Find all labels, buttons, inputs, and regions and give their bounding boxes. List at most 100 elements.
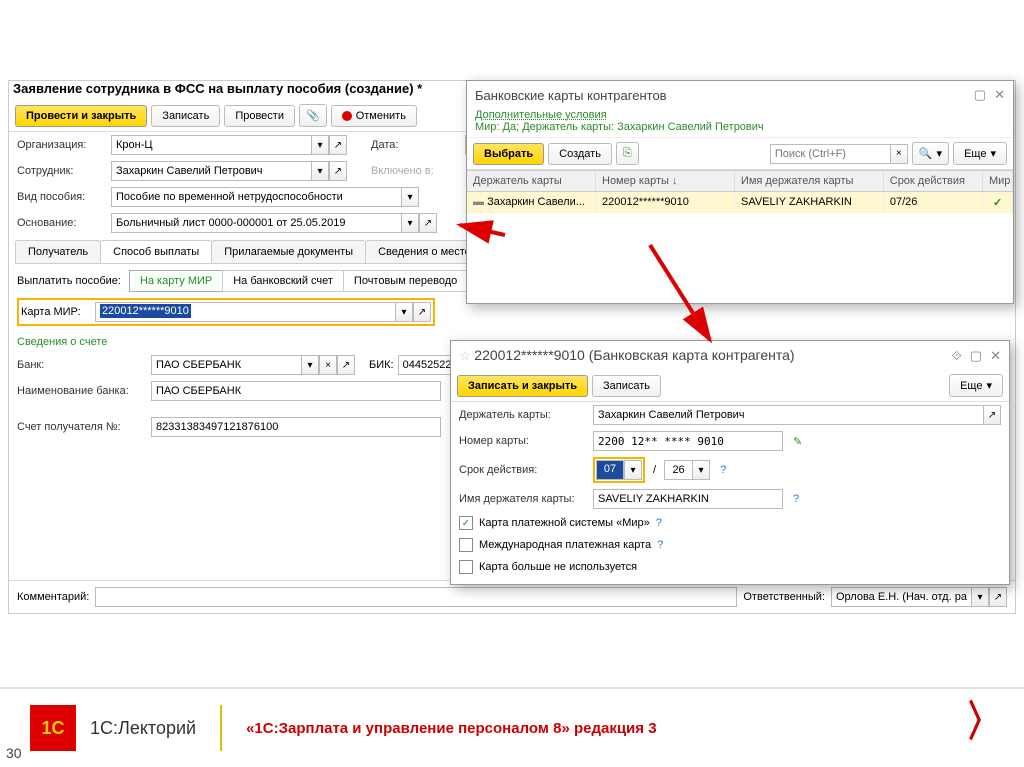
responsible-input[interactable] xyxy=(831,587,971,607)
bank-label: Банк: xyxy=(17,359,147,371)
pay-option-bank-account[interactable]: На банковский счет xyxy=(222,270,344,292)
col-holder-name[interactable]: Имя держателя карты xyxy=(735,171,884,191)
basis-input[interactable] xyxy=(111,213,401,233)
search-input[interactable] xyxy=(770,144,890,164)
star-icon[interactable]: ☆ xyxy=(459,348,471,363)
save-and-close-button[interactable]: Записать и закрыть xyxy=(457,375,588,397)
additional-conditions-link[interactable]: Дополнительные условия xyxy=(475,109,607,121)
chevron-down-icon: ▾ xyxy=(986,379,992,392)
post-and-close-button[interactable]: Провести и закрыть xyxy=(15,105,147,127)
pay-benefit-label: Выплатить пособие: xyxy=(17,275,121,287)
bank-name-input[interactable] xyxy=(151,381,441,401)
dropdown-button[interactable]: ▾ xyxy=(692,460,710,480)
mir-checkbox[interactable]: ✓ xyxy=(459,516,473,530)
dropdown-button[interactable]: ▾ xyxy=(311,135,329,155)
help-icon[interactable]: ? xyxy=(657,539,663,551)
pay-option-mir[interactable]: На карту МИР xyxy=(129,270,223,292)
mir-card-frame: Карта МИР: 220012******9010 ▾ ↗ xyxy=(17,298,435,326)
card-name-label: Имя держателя карты: xyxy=(459,493,589,505)
row-holder: Захаркин Савели... xyxy=(487,196,585,208)
open-button[interactable]: ↗ xyxy=(329,161,347,181)
more-button[interactable]: Еще ▾ xyxy=(949,374,1003,397)
col-number[interactable]: Номер карты ↓ xyxy=(596,171,735,191)
employee-input[interactable] xyxy=(111,161,311,181)
responsible-label: Ответственный: xyxy=(743,591,825,603)
logo-1c: 1C xyxy=(30,705,76,751)
more-button[interactable]: Еще ▾ xyxy=(953,142,1007,165)
dropdown-button[interactable]: ▾ xyxy=(624,460,642,480)
chevron-down-icon: ▾ xyxy=(990,147,996,160)
help-icon[interactable]: ? xyxy=(656,517,662,529)
mir-card-value: 220012******9010 xyxy=(100,304,191,318)
cancel-posting-button[interactable]: Отменить xyxy=(331,105,417,127)
help-icon[interactable]: ? xyxy=(720,464,726,476)
open-button[interactable]: ↗ xyxy=(329,135,347,155)
dropdown-button[interactable]: ▾ xyxy=(971,587,989,607)
tab-payment-method[interactable]: Способ выплаты xyxy=(100,240,212,263)
dropdown-button[interactable]: ▾ xyxy=(301,355,319,375)
dropdown-button[interactable]: ▾ xyxy=(311,161,329,181)
clear-button[interactable]: × xyxy=(319,355,337,375)
expiry-year-input[interactable] xyxy=(664,460,692,480)
slide-footer: 1C 1С:Лекторий «1С:Зарплата и управление… xyxy=(0,687,1024,767)
international-checkbox[interactable] xyxy=(459,538,473,552)
open-button[interactable]: ↗ xyxy=(983,405,1001,425)
card-number-input[interactable] xyxy=(593,431,783,451)
pay-option-postal[interactable]: Почтовым переводо xyxy=(343,270,468,292)
col-mir[interactable]: Мир xyxy=(983,171,1013,191)
mir-card-input[interactable]: 220012******9010 xyxy=(95,302,395,322)
clear-search-button[interactable]: × xyxy=(890,144,908,164)
organization-label: Организация: xyxy=(17,139,107,151)
write-button[interactable]: Записать xyxy=(151,105,220,127)
cancel-icon xyxy=(342,111,352,121)
card-popup-title: 220012******9010 (Банковская карта контр… xyxy=(474,347,794,363)
bank-input[interactable] xyxy=(151,355,301,375)
date-label: Дата: xyxy=(371,139,461,151)
mir-checkbox-label: Карта платежной системы «Мир» xyxy=(479,517,650,529)
card-name-input[interactable] xyxy=(593,489,783,509)
grid-row[interactable]: ▬ Захаркин Савели... 220012******9010 SA… xyxy=(467,192,1013,213)
tab-recipient[interactable]: Получатель xyxy=(15,240,101,263)
card-icon: ▬ xyxy=(473,196,484,208)
col-holder[interactable]: Держатель карты xyxy=(467,171,596,191)
col-expiry[interactable]: Срок действия xyxy=(884,171,983,191)
expiry-month-input[interactable]: 07 xyxy=(596,460,624,480)
close-icon[interactable]: ✕ xyxy=(990,348,1001,364)
maximize-icon[interactable]: ▢ xyxy=(970,348,982,364)
comment-input[interactable] xyxy=(95,587,737,607)
copy-button[interactable]: ⎘ xyxy=(616,142,639,165)
link-icon[interactable]: ⟐ xyxy=(952,348,962,364)
open-button[interactable]: ↗ xyxy=(989,587,1007,607)
attach-button[interactable]: 📎 xyxy=(299,104,327,127)
open-button[interactable]: ↗ xyxy=(337,355,355,375)
dropdown-button[interactable]: ▾ xyxy=(401,187,419,207)
employee-label: Сотрудник: xyxy=(17,165,107,177)
account-number-input[interactable] xyxy=(151,417,441,437)
basis-label: Основание: xyxy=(17,217,107,229)
open-button[interactable]: ↗ xyxy=(413,302,431,322)
maximize-icon[interactable]: ▢ xyxy=(974,87,986,103)
comment-label: Комментарий: xyxy=(17,591,89,603)
unused-checkbox-label: Карта больше не используется xyxy=(479,561,637,573)
unused-checkbox[interactable] xyxy=(459,560,473,574)
benefit-type-input[interactable] xyxy=(111,187,401,207)
card-holder-input[interactable] xyxy=(593,405,983,425)
page-number: 30 xyxy=(6,745,22,761)
post-button[interactable]: Провести xyxy=(224,105,295,127)
find-button[interactable]: 🔍▾ xyxy=(912,142,949,165)
dropdown-button[interactable]: ▾ xyxy=(401,213,419,233)
open-button[interactable]: ↗ xyxy=(419,213,437,233)
close-icon[interactable]: ✕ xyxy=(994,87,1005,103)
write-button[interactable]: Записать xyxy=(592,375,661,397)
create-button[interactable]: Создать xyxy=(548,143,612,165)
select-button[interactable]: Выбрать xyxy=(473,143,544,165)
next-slide-icon[interactable]: 〉 xyxy=(968,688,997,749)
help-icon[interactable]: ? xyxy=(793,493,799,505)
edit-icon[interactable]: ✎ xyxy=(793,435,802,448)
tab-attached-documents[interactable]: Прилагаемые документы xyxy=(211,240,366,263)
bank-name-label: Наименование банка: xyxy=(17,385,147,397)
organization-input[interactable] xyxy=(111,135,311,155)
sort-icon: ↓ xyxy=(672,175,678,187)
mir-card-label: Карта МИР: xyxy=(21,306,91,318)
dropdown-button[interactable]: ▾ xyxy=(395,302,413,322)
